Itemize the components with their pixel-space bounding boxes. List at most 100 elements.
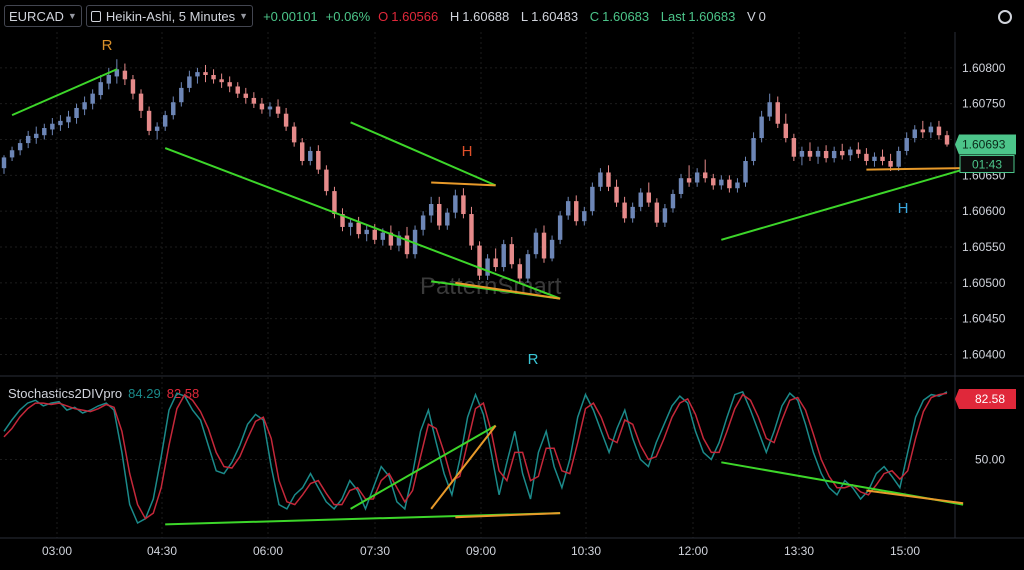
- candle-body: [711, 178, 716, 186]
- candle-body: [719, 179, 724, 186]
- candle-body: [735, 182, 740, 189]
- candle-body: [799, 150, 805, 157]
- candle-body: [638, 192, 643, 207]
- candle-body: [872, 156, 877, 161]
- candle-body: [82, 102, 87, 110]
- candle-body: [493, 258, 498, 268]
- price-tick-label: 1.60400: [962, 348, 1006, 362]
- candle-body: [348, 222, 353, 227]
- candle-body: [187, 76, 192, 88]
- candle-body: [42, 128, 47, 136]
- time-tick-label: 06:00: [253, 544, 283, 558]
- candle-body: [533, 232, 539, 255]
- price-trendline-orange: [431, 181, 496, 187]
- axes: 1.608001.607501.607001.606501.606001.605…: [42, 61, 1006, 558]
- candle-body: [590, 186, 595, 212]
- candle-body: [856, 149, 861, 154]
- pattern-marker-h: H: [898, 200, 909, 217]
- candle-body: [356, 222, 361, 235]
- candle-body: [614, 186, 619, 203]
- time-tick-label: 04:30: [147, 544, 177, 558]
- candle-body: [759, 116, 764, 139]
- candle-body: [9, 150, 15, 158]
- candle-body: [130, 79, 136, 94]
- price-tick-label: 1.60600: [962, 204, 1006, 218]
- candle-body: [179, 87, 184, 103]
- candle-body: [243, 93, 249, 98]
- candle-body: [565, 201, 571, 216]
- candle-body: [146, 110, 152, 131]
- candle-body: [582, 211, 587, 222]
- candle-body: [557, 215, 563, 240]
- candle-body: [437, 204, 442, 226]
- candle-body: [227, 82, 232, 87]
- candle-body: [525, 254, 531, 279]
- candle-body: [912, 129, 917, 139]
- candle-body: [928, 126, 934, 133]
- candle-body: [936, 126, 942, 136]
- candle-body: [920, 129, 926, 133]
- countdown-text: 01:43: [972, 158, 1002, 172]
- candle-body: [477, 245, 482, 276]
- candle-body: [195, 72, 200, 77]
- candle-body: [767, 102, 772, 117]
- candle-body: [743, 161, 748, 183]
- time-tick-label: 13:30: [784, 544, 814, 558]
- candle-body: [283, 113, 289, 127]
- candle-body: [154, 126, 160, 131]
- candle-body: [364, 229, 369, 235]
- candle-body: [259, 103, 265, 110]
- candle-body: [34, 133, 39, 139]
- price-tick-label: 1.60550: [962, 240, 1006, 254]
- price-tick-label: 1.60800: [962, 61, 1006, 75]
- candle-body: [517, 264, 523, 279]
- candle-body: [235, 86, 240, 94]
- candle-body: [211, 75, 216, 80]
- candle-body: [501, 244, 506, 268]
- candle-body: [646, 192, 652, 203]
- candle-body: [541, 232, 547, 259]
- candle-body: [880, 156, 885, 161]
- candle-body: [783, 123, 789, 139]
- candle-body: [864, 153, 869, 161]
- candle-body: [316, 150, 321, 170]
- candle-body: [98, 82, 103, 96]
- candle-body: [944, 135, 950, 145]
- candle-body: [372, 229, 377, 240]
- candle-body: [428, 204, 434, 216]
- candle-body: [445, 212, 450, 226]
- price-tick-label: 1.60500: [962, 276, 1006, 290]
- price-tick-label: 1.60750: [962, 97, 1006, 111]
- candle-body: [138, 93, 144, 111]
- candle-body: [299, 142, 305, 161]
- candle-body: [574, 201, 579, 222]
- candle-body: [404, 235, 410, 255]
- candle-body: [840, 150, 845, 156]
- candle-body: [58, 120, 63, 126]
- candle-body: [461, 195, 466, 215]
- candle-body: [66, 116, 71, 123]
- candle-body: [1, 157, 7, 169]
- pattern-marker-r: R: [102, 37, 113, 54]
- candle-body: [171, 102, 176, 116]
- candle-body: [420, 215, 426, 230]
- price-trendline-orange: [866, 167, 964, 171]
- candle-body: [598, 172, 603, 187]
- time-tick-label: 07:30: [360, 544, 390, 558]
- candle-body: [654, 202, 660, 223]
- time-tick-label: 15:00: [890, 544, 920, 558]
- candle-body: [823, 150, 829, 159]
- price-trendline-green: [350, 121, 497, 187]
- stoch-line-d: [3, 392, 948, 520]
- current-price-text: 1.60693: [962, 138, 1006, 152]
- chart-canvas[interactable]: PatternSmart RHRH 1.608001.607501.607001…: [0, 0, 1024, 570]
- candle-body: [606, 172, 611, 187]
- candles: [1, 59, 950, 283]
- candle-body: [219, 79, 224, 83]
- candle-body: [509, 244, 514, 265]
- candle-body: [267, 106, 273, 110]
- stoch-trendline-green: [350, 424, 497, 510]
- candle-body: [17, 143, 23, 151]
- time-tick-label: 12:00: [678, 544, 708, 558]
- candle-body: [453, 195, 458, 213]
